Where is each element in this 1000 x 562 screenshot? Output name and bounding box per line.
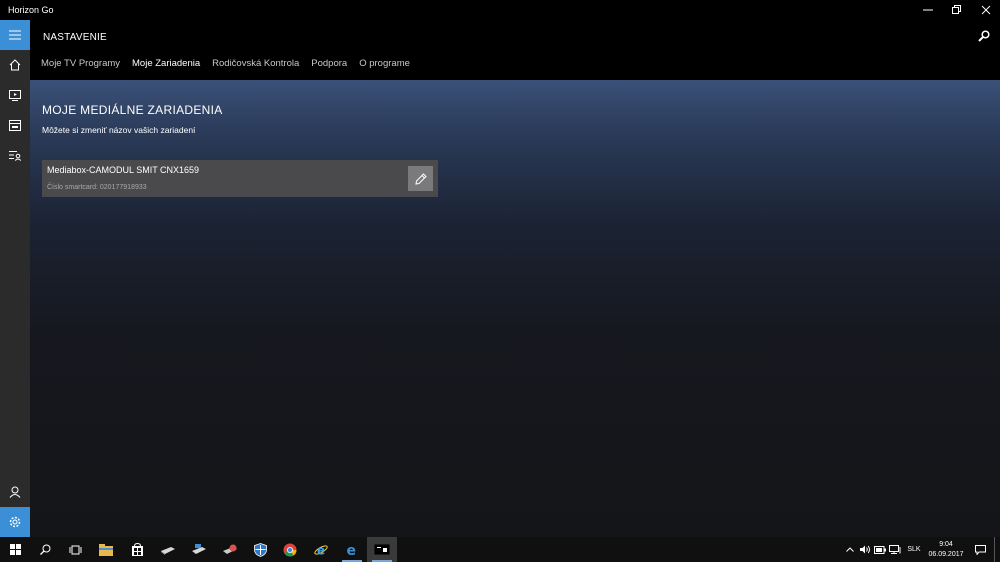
page-title: NASTAVENIE xyxy=(43,32,107,43)
user-icon xyxy=(9,486,21,498)
task-view-button[interactable] xyxy=(60,537,90,562)
sidebar-item-profile[interactable] xyxy=(0,477,30,507)
pencil-icon xyxy=(414,172,427,185)
windows-logo-icon xyxy=(9,544,21,555)
taskbar-internet-explorer[interactable]: e xyxy=(306,537,336,562)
internet-explorer-icon: e xyxy=(314,543,328,557)
action-center-button[interactable] xyxy=(973,537,987,562)
sidebar-item-guide[interactable] xyxy=(0,110,30,140)
main-content: MOJE MEDIÁLNE ZARIADENIA Môžete si zmeni… xyxy=(30,80,1000,537)
task-view-icon xyxy=(69,545,81,554)
header: NASTAVENIE Moje TV Programy Moje Zariade… xyxy=(30,20,1000,80)
section-subtitle: Môžete si zmeniť názov vašich zariadení xyxy=(42,125,196,135)
section-title: MOJE MEDIÁLNE ZARIADENIA xyxy=(42,103,223,117)
search-icon[interactable] xyxy=(978,30,990,42)
input-language-label: SLK xyxy=(907,546,921,553)
chevron-up-icon xyxy=(846,547,854,552)
network-icon xyxy=(889,545,901,554)
network-button[interactable] xyxy=(888,537,902,562)
svg-text:e: e xyxy=(347,543,357,557)
settings-icon xyxy=(9,516,21,528)
show-desktop-button[interactable] xyxy=(994,537,1000,562)
window-title: Horizon Go xyxy=(8,5,54,15)
restore-button[interactable] xyxy=(942,0,971,20)
sidebar-item-settings[interactable] xyxy=(0,507,30,537)
recordings-icon xyxy=(9,150,21,161)
disk-tool-icon xyxy=(223,544,237,554)
hamburger-menu-button[interactable] xyxy=(0,20,30,50)
taskbar-app-4[interactable] xyxy=(245,537,275,562)
chrome-icon xyxy=(283,543,297,556)
minimize-icon xyxy=(922,9,933,11)
taskbar: e e SLK 9:04 06.09.2017 xyxy=(0,537,1000,562)
tab-parental-control[interactable]: Rodičovská Kontrola xyxy=(212,58,299,69)
edit-device-button[interactable] xyxy=(408,166,433,191)
taskbar-store[interactable] xyxy=(122,537,152,562)
battery-button[interactable] xyxy=(873,537,887,562)
shield-icon xyxy=(253,542,267,557)
title-bar: Horizon Go xyxy=(0,0,1000,20)
taskbar-file-explorer[interactable] xyxy=(91,537,121,562)
minimize-button[interactable] xyxy=(913,0,942,20)
clock-time: 9:04 xyxy=(939,541,953,548)
clock-date: 06.09.2017 xyxy=(928,551,964,558)
svg-text:e: e xyxy=(317,543,325,557)
guide-icon xyxy=(9,119,21,131)
store-icon xyxy=(131,543,143,556)
volume-icon xyxy=(859,545,870,554)
folder-icon xyxy=(99,543,113,556)
battery-icon xyxy=(874,545,886,554)
tab-my-devices[interactable]: Moje Zariadenia xyxy=(132,58,200,69)
taskbar-search-button[interactable] xyxy=(30,537,60,562)
clock[interactable]: 9:04 06.09.2017 xyxy=(920,540,972,560)
taskbar-horizon-go[interactable] xyxy=(367,537,397,562)
search-icon xyxy=(39,544,50,555)
menu-icon xyxy=(9,30,21,40)
drive-icon xyxy=(161,546,175,555)
close-button[interactable] xyxy=(971,0,1000,20)
taskbar-chrome[interactable] xyxy=(275,537,305,562)
sidebar-item-tv[interactable] xyxy=(0,80,30,110)
restore-icon xyxy=(951,5,961,14)
settings-tabs: Moje TV Programy Moje Zariadenia Rodičov… xyxy=(41,58,422,69)
edge-icon: e xyxy=(347,543,357,557)
sidebar-item-home[interactable] xyxy=(0,50,30,80)
taskbar-edge[interactable]: e xyxy=(337,537,367,562)
volume-button[interactable] xyxy=(858,537,872,562)
taskbar-app-2[interactable] xyxy=(184,537,214,562)
device-name: Mediabox-CAMODUL SMIT CNX1659 xyxy=(47,165,200,175)
taskbar-app-3[interactable] xyxy=(215,537,245,562)
tv-icon xyxy=(9,89,21,101)
smartcard-number: Číslo smartcard: 020177918933 xyxy=(47,184,147,191)
home-icon xyxy=(9,59,21,71)
show-hidden-icons-button[interactable] xyxy=(843,537,857,562)
tab-my-tv-programs[interactable]: Moje TV Programy xyxy=(41,58,120,69)
network-drive-icon xyxy=(192,543,206,554)
horizon-go-icon xyxy=(374,544,390,555)
taskbar-app-1[interactable] xyxy=(153,537,183,562)
close-icon xyxy=(981,5,990,15)
device-card: Mediabox-CAMODUL SMIT CNX1659 Číslo smar… xyxy=(42,160,438,197)
start-button[interactable] xyxy=(0,537,30,562)
sidebar xyxy=(0,20,30,537)
tab-support[interactable]: Podpora xyxy=(311,58,347,69)
notification-icon xyxy=(974,544,986,555)
tab-about[interactable]: O programe xyxy=(359,58,410,69)
sidebar-item-recordings[interactable] xyxy=(0,140,30,170)
